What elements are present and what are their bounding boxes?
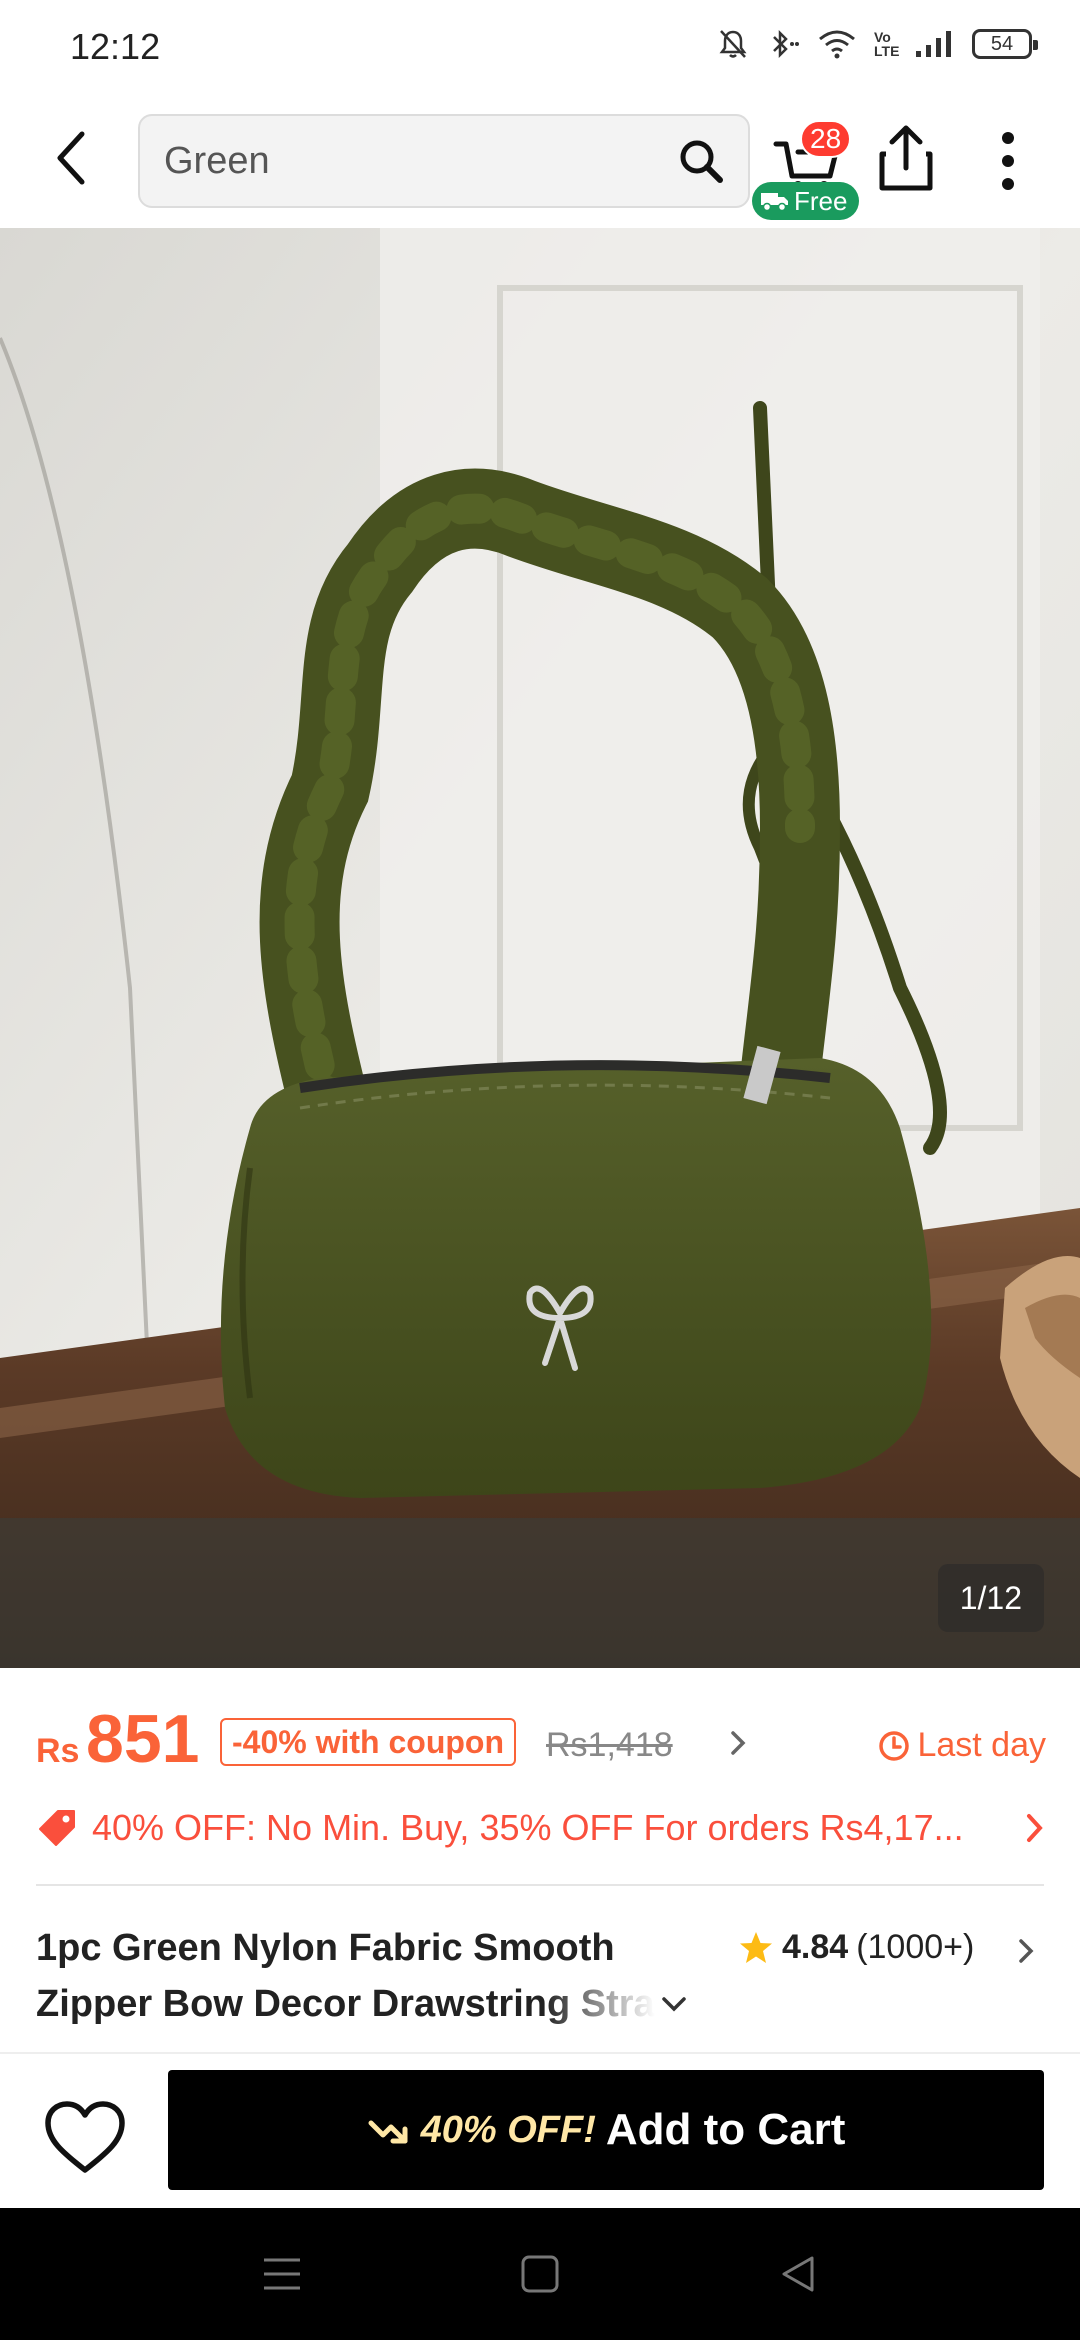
bottom-action-bar: 40% OFF! Add to Cart bbox=[0, 2052, 1080, 2208]
signal-icon bbox=[916, 31, 951, 57]
add-to-cart-label: Add to Cart bbox=[605, 2105, 846, 2154]
search-input[interactable]: Green bbox=[138, 114, 750, 208]
status-time: 12:12 bbox=[70, 26, 161, 67]
original-price[interactable]: Rs1,418 bbox=[546, 1726, 673, 1765]
nav-recents-button[interactable] bbox=[252, 2244, 312, 2304]
more-vertical-icon bbox=[1002, 178, 1014, 190]
product-title-line-2: Zipper Bow Decor Drawstring Stra bbox=[36, 1983, 655, 2025]
system-navigation-bar bbox=[0, 2208, 1080, 2340]
back-button[interactable] bbox=[40, 126, 104, 190]
review-count: (1000+) bbox=[856, 1928, 975, 1966]
status-icons: Vo LTE 54 bbox=[718, 28, 1038, 60]
more-vertical-icon bbox=[1002, 155, 1014, 167]
product-image-gallery[interactable]: 1/12 bbox=[0, 228, 1080, 1668]
triangle-back-icon bbox=[782, 2256, 814, 2292]
back-arrow-icon bbox=[57, 131, 85, 185]
chevron-right-icon[interactable] bbox=[1016, 1936, 1036, 1966]
wifi-icon bbox=[819, 30, 855, 59]
status-bar: 12:12 Vo LTE 54 bbox=[0, 0, 1080, 96]
sale-price: 851 bbox=[86, 1701, 200, 1777]
currency-symbol: Rs bbox=[36, 1732, 80, 1770]
menu-lines-icon bbox=[264, 2258, 300, 2290]
heart-icon bbox=[45, 2101, 125, 2173]
product-title[interactable]: 1pc Green Nylon Fabric Smooth Zipper Bow… bbox=[36, 1920, 726, 2032]
search-icon[interactable] bbox=[678, 138, 724, 184]
share-button[interactable] bbox=[876, 124, 936, 194]
chevron-down-icon[interactable] bbox=[659, 1993, 689, 2015]
promotion-text: 40% OFF: No Min. Buy, 35% OFF For orders… bbox=[92, 1807, 964, 1848]
battery-level: 54 bbox=[990, 32, 1014, 55]
chevron-right-icon[interactable] bbox=[1024, 1810, 1046, 1846]
wishlist-button[interactable] bbox=[42, 2098, 128, 2178]
section-divider bbox=[36, 1884, 1044, 1886]
deadline-text: Last day bbox=[917, 1726, 1046, 1764]
product-photo bbox=[0, 228, 1080, 1668]
clock-icon bbox=[879, 1730, 910, 1761]
rating-summary[interactable]: 4.84 (1000+) bbox=[738, 1928, 1034, 1967]
square-icon bbox=[521, 2255, 559, 2293]
image-counter: 1/12 bbox=[937, 1564, 1044, 1632]
top-header: Green 28 Free bbox=[0, 96, 1080, 228]
cart-button[interactable]: 28 Free bbox=[752, 112, 866, 222]
cart-count-badge: 28 bbox=[800, 120, 852, 158]
nav-home-button[interactable] bbox=[510, 2244, 570, 2304]
rating-value: 4.84 bbox=[782, 1928, 849, 1966]
truck-icon bbox=[761, 193, 788, 212]
more-vertical-icon bbox=[1002, 132, 1014, 144]
chevron-right-icon[interactable] bbox=[728, 1728, 748, 1758]
trend-down-icon bbox=[368, 2120, 408, 2144]
promotion-row[interactable]: 40% OFF: No Min. Buy, 35% OFF For orders… bbox=[36, 1800, 1046, 1856]
bluetooth-icon bbox=[773, 29, 799, 59]
battery-indicator: 54 bbox=[972, 29, 1038, 59]
star-icon bbox=[740, 1931, 772, 1963]
search-value: Green bbox=[164, 140, 270, 182]
more-options-button[interactable] bbox=[990, 126, 1026, 196]
volte-label: Vo LTE bbox=[874, 29, 900, 59]
nav-back-button[interactable] bbox=[768, 2244, 828, 2304]
add-to-cart-button[interactable]: 40% OFF! Add to Cart bbox=[168, 2070, 1044, 2190]
share-icon bbox=[879, 125, 933, 191]
product-title-line-2-row: Zipper Bow Decor Drawstring Stra bbox=[36, 1976, 726, 2032]
free-shipping-badge: Free bbox=[752, 182, 860, 220]
free-shipping-label: Free bbox=[794, 185, 848, 216]
coupon-badge[interactable]: -40% with coupon bbox=[220, 1718, 516, 1766]
product-title-line-1: 1pc Green Nylon Fabric Smooth bbox=[36, 1927, 615, 1969]
tag-icon bbox=[39, 1810, 75, 1846]
deadline-label: Last day bbox=[877, 1726, 1046, 1765]
mute-bell-icon bbox=[719, 30, 747, 58]
add-to-cart-discount: 40% OFF! bbox=[420, 2108, 596, 2151]
price-row: Rs 851 -40% with coupon Rs1,418 Last day bbox=[36, 1700, 1046, 1780]
